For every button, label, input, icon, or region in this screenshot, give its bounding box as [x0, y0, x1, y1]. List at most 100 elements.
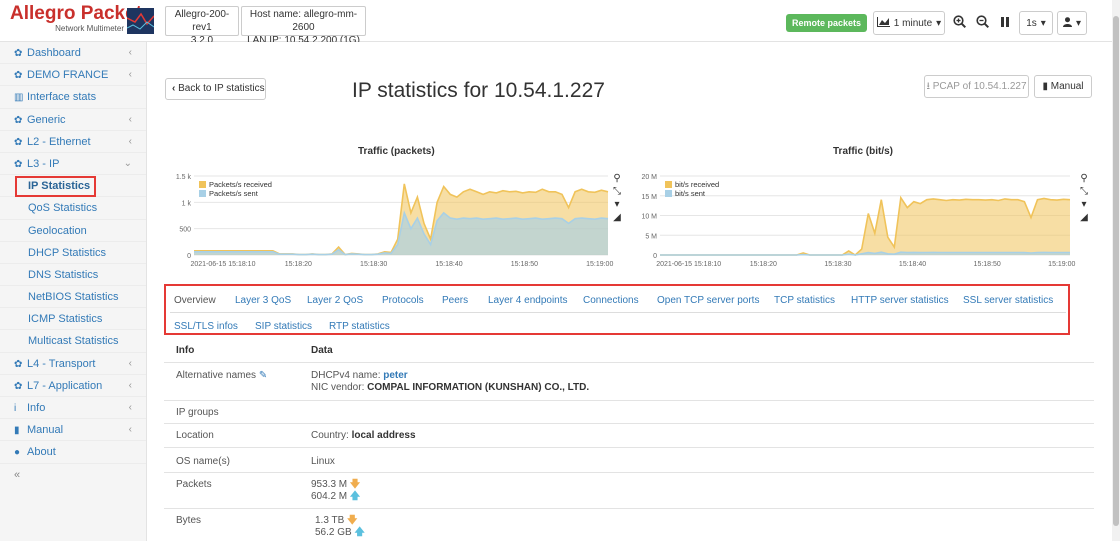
tab-open-tcp-server-ports[interactable]: Open TCP server ports — [657, 295, 759, 306]
tab-overview[interactable]: Overview — [174, 295, 216, 306]
back-to-ip-statistics-button[interactable]: ‹ Back to IP statistics — [165, 78, 266, 100]
area-chart-icon[interactable]: ◢ — [610, 211, 624, 224]
x-tick-label: 15:18:30 — [824, 261, 851, 268]
chevron-left-icon: ‹ — [128, 113, 132, 125]
zoom-icon[interactable]: ⚲ — [610, 172, 624, 185]
packets-sent-value: 604.2 M — [311, 491, 348, 502]
chevron-left-icon: ‹ — [172, 83, 176, 94]
sidebar-item-l2-ethernet[interactable]: ✿ L2 - Ethernet ‹ — [0, 131, 146, 153]
sidebar-item-about[interactable]: ● About — [0, 441, 146, 464]
sidebar-item-dns-statistics[interactable]: DNS Statistics — [0, 264, 146, 287]
sidebar-item-geolocation[interactable]: Geolocation — [0, 220, 146, 242]
sidebar-item-multicast-statistics[interactable]: Multicast Statistics — [0, 330, 146, 353]
y-tick-label: 500 — [179, 227, 191, 234]
tab-rtp-statistics[interactable]: RTP statistics — [329, 321, 390, 332]
zoom-in-button[interactable] — [949, 11, 969, 35]
sidebar-item-icmp-statistics[interactable]: ICMP Statistics — [0, 308, 146, 331]
nic-vendor-prefix: NIC vendor: — [311, 382, 368, 393]
zoom-icon[interactable]: ⚲ — [1077, 172, 1091, 185]
tab-ssl-server-statistics[interactable]: SSL server statistics — [963, 295, 1053, 306]
caret-down-icon[interactable]: ▾ — [610, 198, 624, 211]
sidebar-collapse-button[interactable]: « — [0, 464, 146, 486]
sidebar-item-info[interactable]: i Info ‹ — [0, 397, 146, 420]
sidebar-item-label: L7 - Application — [27, 379, 103, 392]
sidebar-item-label: Geolocation — [28, 224, 87, 237]
tab-sip-statistics[interactable]: SIP statistics — [255, 321, 312, 332]
legend-swatch — [199, 181, 206, 188]
area-chart-icon — [876, 16, 890, 30]
tab-peers[interactable]: Peers — [442, 295, 468, 306]
sidebar-item-netbios-statistics[interactable]: NetBIOS Statistics — [0, 286, 146, 309]
tab-ssl-tls-infos[interactable]: SSL/TLS infos — [174, 321, 238, 332]
sidebar-item-l7-application[interactable]: ✿ L7 - Application ‹ — [0, 375, 146, 397]
sidebar-item-label: Dashboard — [27, 47, 81, 59]
pcap-button-label: PCAP of 10.54.1.227 — [932, 81, 1027, 92]
tab-divider — [170, 312, 1066, 313]
tab-http-server-statistics[interactable]: HTTP server statistics — [851, 295, 949, 306]
refresh-interval-value: 1s — [1026, 17, 1037, 29]
refresh-interval-dropdown[interactable]: 1s ▾ — [1019, 11, 1053, 35]
sidebar-item-l4-transport[interactable]: ✿ L4 - Transport ‹ — [0, 353, 146, 375]
legend-label: Packets/s sent — [209, 189, 259, 198]
device-info-box: Allegro-200-rev1 3.2.0 — [165, 6, 239, 46]
location-value: Country: local address — [311, 430, 416, 442]
sidebar-item-manual[interactable]: ▮ Manual ‹ — [0, 419, 146, 442]
ip-statistics-highlight — [15, 176, 96, 197]
manual-button[interactable]: ▮ Manual — [1034, 75, 1092, 98]
bytes-sent-value: 56.2 GB — [315, 527, 352, 538]
pause-button[interactable] — [995, 11, 1015, 35]
caret-down-icon[interactable]: ▾ — [1077, 198, 1091, 211]
tab-layer-4-endpoints[interactable]: Layer 4 endpoints — [488, 295, 568, 306]
sidebar-item-label: DNS Statistics — [28, 268, 99, 281]
series-area-0 — [660, 197, 1070, 255]
download-icon: ⭳ — [926, 81, 930, 92]
remote-packets-badge[interactable]: Remote packets — [786, 14, 868, 32]
packets-sent-line: 604.2 M 🡅 — [311, 491, 360, 503]
chevron-down-icon: ⌄ — [123, 157, 132, 169]
sidebar-item-dashboard[interactable]: ✿ Dashboard ‹ — [0, 42, 146, 65]
row-label: Alternative names — [176, 370, 257, 381]
sidebar-item-qos-statistics[interactable]: QoS Statistics — [0, 197, 146, 220]
reset-zoom-icon[interactable]: ⤡ — [1077, 185, 1091, 198]
pencil-icon[interactable]: ✎ — [259, 370, 267, 381]
bits-traffic-chart[interactable]: 0 5 M 10 M 15 M 20 M 2021-06-15 15:18:10 15:18… — [630, 168, 1075, 268]
tab-connections[interactable]: Connections — [583, 295, 639, 306]
arrow-up-icon: 🡅 — [349, 491, 361, 502]
tab-layer-2-qos[interactable]: Layer 2 QoS — [307, 295, 363, 306]
page-scrollbar-thumb[interactable] — [1113, 16, 1119, 526]
brand-subtitle: Network Multimeter — [55, 24, 124, 33]
reset-zoom-icon[interactable]: ⤡ — [610, 185, 624, 198]
book-icon: ▮ — [1042, 81, 1048, 92]
tab-tcp-statistics[interactable]: TCP statistics — [774, 295, 835, 306]
y-tick-label: 15 M — [641, 194, 657, 201]
sidebar-item-interface-stats[interactable]: ▥ Interface stats — [0, 86, 146, 109]
nic-vendor-line: NIC vendor: COMPAL INFORMATION (KUNSHAN)… — [311, 382, 589, 394]
gear-icon: ✿ — [14, 136, 23, 148]
x-tick-label: 15:18:20 — [285, 261, 312, 268]
sidebar-item-dhcp-statistics[interactable]: DHCP Statistics — [0, 242, 146, 264]
tab-protocols[interactable]: Protocols — [382, 295, 424, 306]
zoom-out-button[interactable] — [972, 11, 992, 35]
manual-button-label: Manual — [1050, 81, 1084, 92]
gear-icon: ✿ — [14, 380, 23, 392]
sidebar-item-demo-france[interactable]: ✿ DEMO FRANCE ‹ — [0, 64, 146, 87]
area-chart-icon[interactable]: ◢ — [1077, 211, 1091, 224]
dashboard-icon: ✿ — [14, 70, 23, 82]
legend-label: bit/s received — [675, 180, 719, 189]
tab-layer-3-qos[interactable]: Layer 3 QoS — [235, 295, 291, 306]
arrow-down-icon: 🡇 — [347, 515, 358, 526]
table-row: Alternative names ✎ DHCPv4 name: peter N… — [164, 363, 1094, 401]
dhcp-name-link[interactable]: peter — [383, 370, 407, 381]
x-tick-label: 15:18:40 — [435, 261, 462, 268]
time-range-dropdown[interactable]: 1 minute ▾ — [873, 11, 945, 35]
user-menu-dropdown[interactable]: ▾ — [1057, 11, 1087, 35]
pcap-download-button[interactable]: ⭳ PCAP of 10.54.1.227 — [924, 75, 1029, 98]
sidebar-item-generic[interactable]: ✿ Generic ‹ — [0, 109, 146, 131]
brand-logo[interactable]: Allegro Packets Network Multimeter — [10, 3, 153, 37]
packets-traffic-chart[interactable]: 0 500 1 k 1.5 k 2021-06-15 15:18:10 15:18:20 1… — [164, 168, 614, 268]
dhcp-name-prefix: DHCPv4 name: — [311, 370, 384, 381]
logo-network-graphic-icon — [127, 8, 154, 34]
sidebar-item-l3-ip[interactable]: ✿ L3 - IP ⌄ — [0, 153, 146, 176]
top-navbar: Allegro Packets Network Multimeter Alleg… — [0, 0, 1112, 46]
x-tick-label: 15:19:00 — [1048, 261, 1075, 268]
